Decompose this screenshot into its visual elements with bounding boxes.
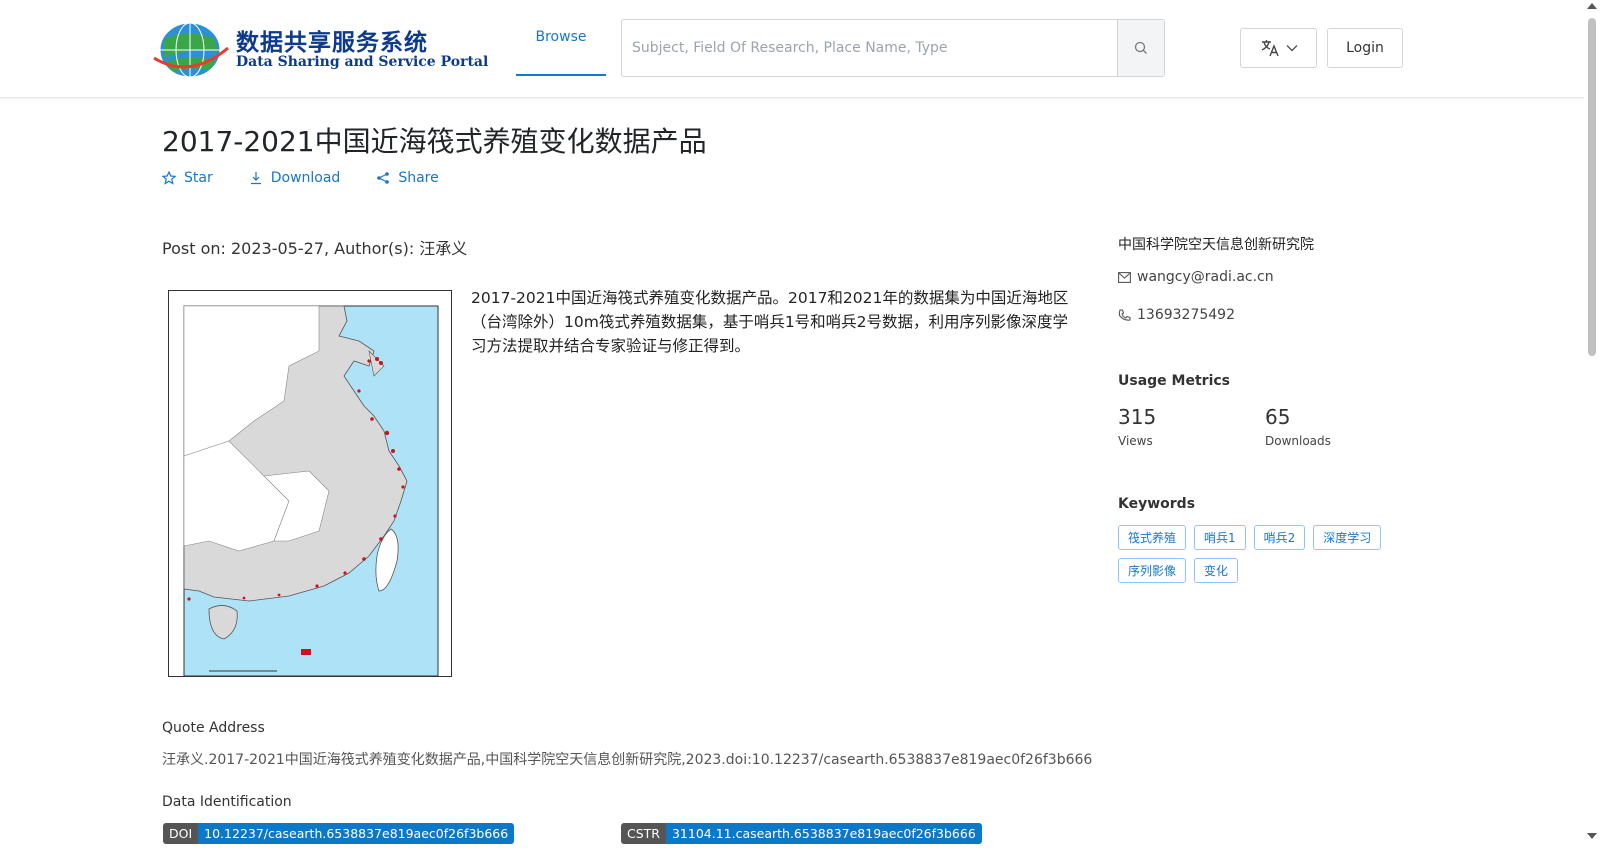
globe-logo-icon [153,22,229,78]
dataset-actions: Star Download Share [162,170,475,186]
organization-name: 中国科学院空天信息创新研究院 [1118,237,1314,253]
mail-icon [1118,271,1131,283]
download-button[interactable]: Download [249,170,341,186]
quote-address-text: 汪承义.2017-2021中国近海筏式养殖变化数据产品,中国科学院空天信息创新研… [162,752,1093,768]
email-text: wangcy@radi.ac.cn [1137,269,1274,285]
doi-badge-value: 10.12237/casearth.6538837e819aec0f26f3b6… [198,823,515,844]
keyword-tag[interactable]: 哨兵2 [1253,525,1306,550]
downloads-count: 65 [1265,405,1291,429]
views-label: Views [1118,434,1153,448]
cstr-badge-value: 31104.11.casearth.6538837e819aec0f26f3b6… [665,823,982,844]
contact-email: wangcy@radi.ac.cn [1118,269,1274,285]
download-label: Download [270,170,341,186]
keywords-title: Keywords [1118,496,1196,512]
login-button[interactable]: Login [1327,28,1403,68]
keyword-list: 筏式养殖 哨兵1 哨兵2 深度学习 序列影像 变化 [1118,525,1388,583]
chevron-down-icon [1286,45,1297,52]
share-icon [377,172,390,184]
search-icon [1134,41,1147,54]
keyword-tag[interactable]: 筏式养殖 [1118,525,1187,550]
star-icon [162,171,176,185]
star-button[interactable]: Star [162,170,213,186]
page-scrollbar[interactable] [1584,0,1600,861]
views-count: 315 [1118,405,1157,429]
phone-icon [1118,308,1131,321]
search-input[interactable] [622,20,1117,76]
top-header: 数据共享服务系统 Data Sharing and Service Portal… [0,0,1584,98]
keyword-tag[interactable]: 哨兵1 [1194,525,1246,550]
scroll-down-arrow-icon[interactable] [1587,833,1597,839]
star-label: Star [184,170,213,186]
logo-text-cn: 数据共享服务系统 [236,30,428,56]
cstr-badge[interactable]: CSTR 31104.11.casearth.6538837e819aec0f2… [621,823,982,844]
usage-metrics-title: Usage Metrics [1118,373,1230,389]
doi-badge[interactable]: DOI 10.12237/casearth.6538837e819aec0f26… [163,823,515,844]
contact-phone: 13693275492 [1118,307,1235,323]
nav-browse-tab[interactable]: Browse [516,0,606,76]
site-logo[interactable]: 数据共享服务系统 Data Sharing and Service Portal [152,18,488,80]
download-icon [250,172,261,185]
cstr-badge-key: CSTR [621,823,666,844]
dataset-thumbnail[interactable] [168,290,452,677]
doi-badge-key: DOI [163,823,199,844]
keyword-tag[interactable]: 序列影像 [1118,558,1187,583]
dataset-description: 2017-2021中国近海筏式养殖变化数据产品。2017和2021年的数据集为中… [471,289,1069,355]
data-identification-label: Data Identification [162,794,292,810]
language-button[interactable] [1240,28,1317,68]
quote-address-label: Quote Address [162,720,265,736]
keyword-tag[interactable]: 变化 [1194,558,1239,583]
share-button[interactable]: Share [376,170,439,186]
scroll-up-arrow-icon[interactable] [1587,3,1597,9]
keyword-tag[interactable]: 深度学习 [1313,525,1382,550]
translate-icon [1261,40,1279,57]
logo-text-en: Data Sharing and Service Portal [236,54,489,70]
dataset-title: 2017-2021中国近海筏式养殖变化数据产品 [162,125,707,158]
phone-text: 13693275492 [1137,307,1235,323]
post-meta: Post on: 2023-05-27, Author(s): 汪承义 [162,239,468,258]
search-bar [621,19,1165,77]
china-coast-map-image [183,305,439,677]
scrollbar-thumb[interactable] [1588,18,1596,356]
share-label: Share [398,170,439,186]
search-button[interactable] [1117,20,1164,76]
downloads-label: Downloads [1265,434,1331,448]
